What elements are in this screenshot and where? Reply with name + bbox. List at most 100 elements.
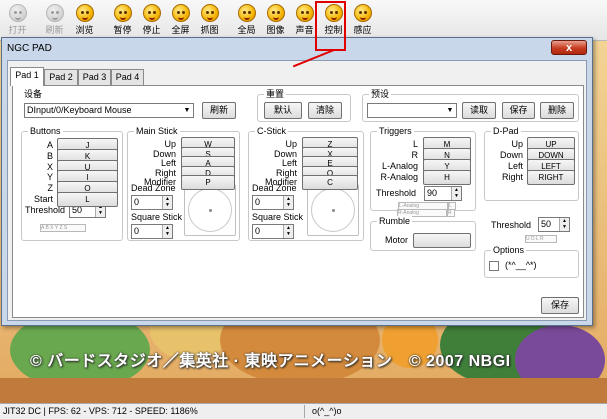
- preset-save-button[interactable]: 保存: [502, 102, 535, 119]
- triggers-threshold-input[interactable]: 90 ▲ ▼: [424, 186, 462, 201]
- motor-button[interactable]: [413, 233, 471, 248]
- toolbar-button-fullscreen[interactable]: 全屏: [166, 2, 195, 38]
- preset-group-label: 预设: [369, 89, 392, 100]
- toolbar-button-label: 打开: [8, 25, 27, 35]
- c-stick-group-label: C-Stick: [255, 126, 288, 137]
- toolbar-button-label: 浏览: [75, 25, 94, 35]
- browse-icon: [75, 4, 94, 22]
- screenshot-icon: [200, 4, 219, 22]
- mapping-label: Down: [499, 150, 523, 160]
- spin-arrows-icon[interactable]: ▲ ▼: [162, 225, 172, 238]
- toolbar-button-image[interactable]: 图像: [261, 2, 290, 38]
- main-square-stick-label: Square Stick: [131, 212, 183, 222]
- pause-icon: [113, 4, 132, 22]
- mapping-label: Y: [46, 172, 53, 183]
- toolbar-button-label: 感应: [353, 25, 372, 35]
- spin-arrows-icon[interactable]: ▲ ▼: [559, 218, 569, 231]
- main-square-stick-input[interactable]: 0 ▲ ▼: [131, 224, 173, 239]
- mapping-key-button[interactable]: H: [423, 170, 471, 185]
- triggers-group-label: Triggers: [377, 126, 414, 137]
- tab-pad-4[interactable]: Pad 4: [111, 69, 144, 85]
- buttons-indicator: A B X Y Z S: [40, 224, 86, 232]
- toolbar-button-label: 全局: [237, 25, 256, 35]
- toolbar-button-open[interactable]: 打开: [3, 2, 32, 38]
- c-square-stick-input[interactable]: 0 ▲ ▼: [252, 224, 294, 239]
- mapping-label: L-Analog: [381, 161, 418, 171]
- reset-group-label: 重置: [264, 89, 287, 100]
- main-stick-preview: MAIN STICK: [184, 184, 236, 236]
- mapping-label: Z: [47, 183, 54, 194]
- control-highlight-box: [315, 1, 346, 51]
- main-stick-group: Main Stick Dead Zone 0 ▲ ▼ Square Stick 0…: [127, 126, 240, 241]
- device-select[interactable]: DInput/0/Keyboard Mouse ▼: [24, 103, 194, 118]
- tab-pad-2[interactable]: Pad 2: [44, 69, 78, 85]
- status-bar: JIT32 DC | FPS: 62 - VPS: 712 - SPEED: 1…: [0, 403, 607, 419]
- preset-group: 预设 ▼ 读取 保存 删除: [362, 89, 579, 122]
- mapping-key-button[interactable]: P: [181, 175, 235, 190]
- toolbar-button-label: 刷新: [45, 25, 64, 35]
- toolbar-button-refresh[interactable]: 刷新: [40, 2, 69, 38]
- spin-arrows-icon[interactable]: ▲ ▼: [283, 225, 293, 238]
- reset-group: 重置 默认 清除: [257, 89, 351, 122]
- ngc-pad-dialog: NGC PAD x Pad 1 Pad 2 Pad 3 Pad 4 设备 DInput…: [1, 37, 593, 326]
- refresh-icon: [45, 4, 64, 22]
- toolbar-button-global[interactable]: 全局: [232, 2, 261, 38]
- triggers-threshold-label: Threshold: [376, 188, 417, 198]
- dpad-threshold-input[interactable]: 50 ▲ ▼: [538, 217, 570, 232]
- rumble-group-label: Rumble: [377, 216, 413, 227]
- main-stick-group-label: Main Stick: [134, 126, 180, 137]
- preset-delete-button[interactable]: 删除: [540, 102, 574, 119]
- tab-panel: 设备 DInput/0/Keyboard Mouse ▼ 刷新 重置 默认 清除…: [12, 85, 584, 318]
- close-button[interactable]: x: [551, 40, 587, 55]
- sound-icon: [295, 4, 314, 22]
- rumble-group: Rumble Motor: [370, 216, 476, 251]
- spin-arrows-icon[interactable]: ▲ ▼: [283, 196, 293, 209]
- mapping-label: R: [411, 150, 419, 160]
- main-dead-zone-input[interactable]: 0 ▲ ▼: [131, 195, 173, 210]
- dialog-title-bar[interactable]: NGC PAD x: [2, 38, 592, 60]
- reset-default-button[interactable]: 默认: [264, 102, 302, 119]
- dpad-group: D-Pad Threshold Up UP Down DOWN Left LEFT Righ…: [484, 126, 579, 230]
- dialog-save-button[interactable]: 保存: [541, 297, 579, 314]
- toolbar-button-sensor[interactable]: 感应: [348, 2, 377, 38]
- dpad-indicator: U D L R: [525, 235, 557, 243]
- preset-select[interactable]: ▼: [367, 103, 457, 118]
- close-icon: x: [565, 42, 573, 54]
- dialog-title: NGC PAD: [7, 43, 52, 54]
- mapping-label: X: [46, 161, 53, 172]
- mapping-key-button[interactable]: L: [57, 192, 118, 207]
- toolbar-button-label: 图像: [266, 25, 285, 35]
- mapping-label: Left: [507, 161, 523, 171]
- triggers-threshold-value: 90: [427, 188, 438, 198]
- preset-load-button[interactable]: 读取: [462, 102, 496, 119]
- toolbar-button-pause[interactable]: 暂停: [108, 2, 137, 38]
- toolbar-button-label: 停止: [142, 25, 161, 35]
- mapping-key-button[interactable]: C: [302, 175, 358, 190]
- status-performance: JIT32 DC | FPS: 62 - VPS: 712 - SPEED: 1…: [3, 406, 198, 416]
- spin-arrows-icon[interactable]: ▲ ▼: [162, 196, 172, 209]
- options-checkbox[interactable]: [489, 261, 499, 271]
- tab-pad-3[interactable]: Pad 3: [78, 69, 111, 85]
- tab-pad-1[interactable]: Pad 1: [10, 67, 44, 86]
- mapping-label: B: [46, 150, 53, 161]
- spin-arrows-icon[interactable]: ▲ ▼: [451, 187, 461, 200]
- motor-label: Motor: [385, 235, 409, 245]
- mapping-label: Modifier: [264, 177, 297, 187]
- c-stick-preview: C-STICK: [307, 184, 359, 236]
- toolbar-button-stop[interactable]: 停止: [137, 2, 166, 38]
- buttons-group-label: Buttons: [28, 126, 63, 137]
- dpad-group-label: D-Pad: [491, 126, 521, 137]
- toolbar-button-screenshot[interactable]: 抓图: [195, 2, 224, 38]
- mapping-key-button[interactable]: RIGHT: [527, 170, 575, 185]
- toolbar-button-browse[interactable]: 浏览: [70, 2, 99, 38]
- stop-icon: [142, 4, 161, 22]
- main-square-stick-value: 0: [134, 226, 140, 236]
- device-refresh-button[interactable]: 刷新: [202, 102, 236, 119]
- image-icon: [266, 4, 285, 22]
- buttons-group: Buttons Threshold 50 ▲ ▼ A B X Y Z S AJBK…: [21, 126, 123, 241]
- reset-clear-button[interactable]: 清除: [308, 102, 342, 119]
- open-icon: [8, 4, 27, 22]
- triggers-group: Triggers Threshold 90 ▲ ▼ L-Analog L LMRN…: [370, 126, 476, 211]
- c-dead-zone-input[interactable]: 0 ▲ ▼: [252, 195, 294, 210]
- dpad-threshold-value: 50: [541, 219, 552, 229]
